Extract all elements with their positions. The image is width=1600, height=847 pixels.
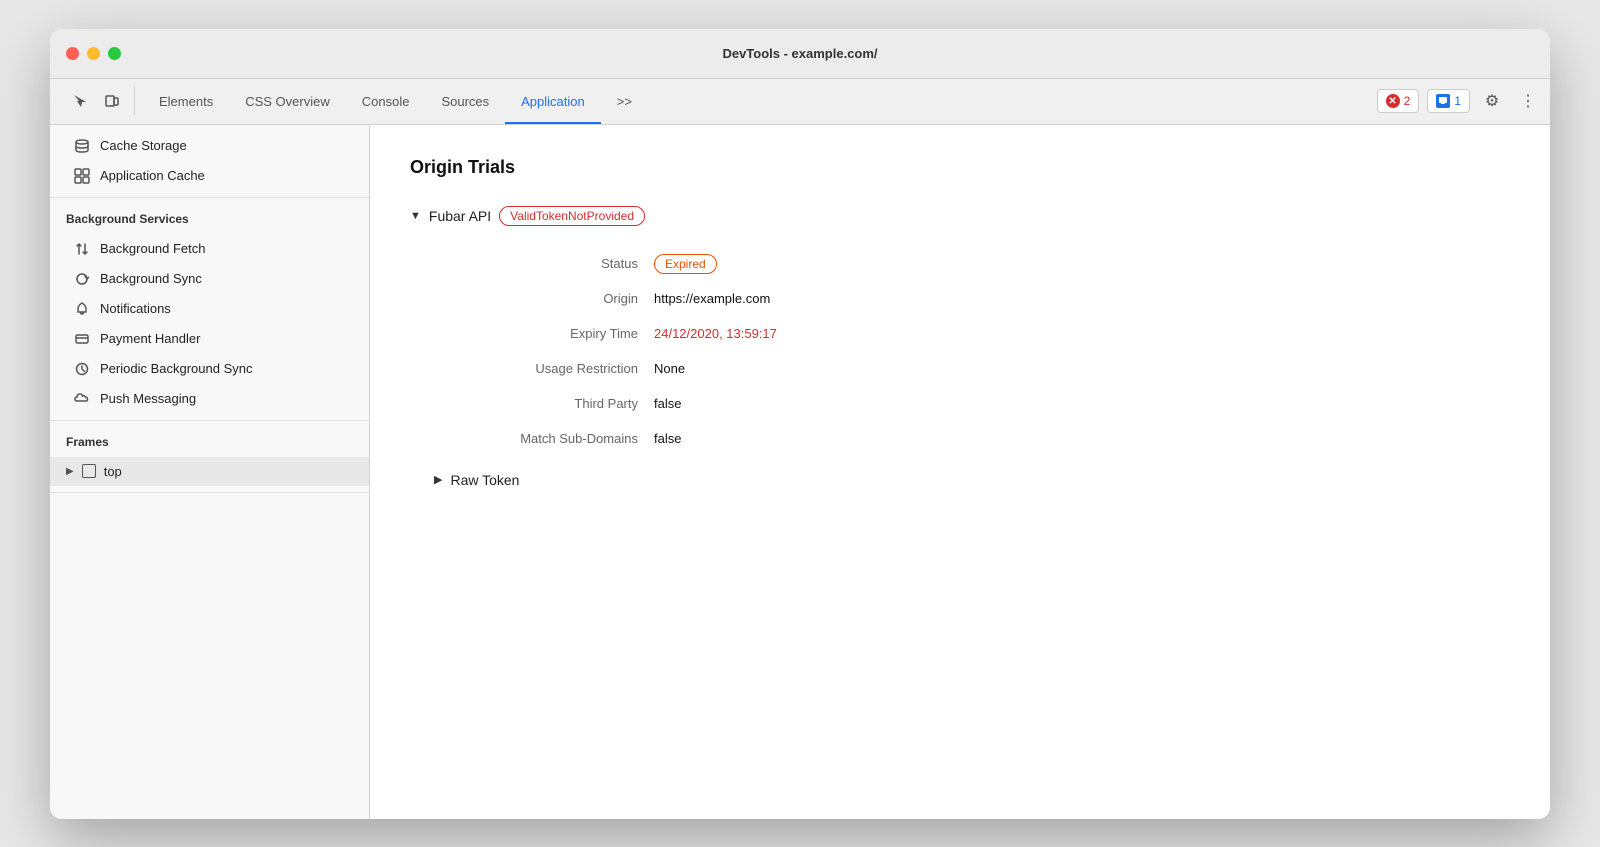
more-options-icon[interactable]: ⋮ bbox=[1514, 87, 1542, 115]
sidebar-item-payment-handler[interactable]: Payment Handler bbox=[50, 324, 369, 354]
origin-label: Origin bbox=[434, 281, 654, 316]
clock-icon bbox=[74, 361, 90, 377]
periodic-background-sync-label: Periodic Background Sync bbox=[100, 361, 252, 376]
tab-elements[interactable]: Elements bbox=[143, 78, 229, 124]
tab-css-overview[interactable]: CSS Overview bbox=[229, 78, 346, 124]
third-party-label: Third Party bbox=[434, 386, 654, 421]
traffic-lights bbox=[66, 47, 121, 60]
main-panel: Origin Trials ▼ Fubar API ValidTokenNotP… bbox=[370, 125, 1550, 819]
tab-sources[interactable]: Sources bbox=[425, 78, 505, 124]
background-services-header: Background Services bbox=[50, 204, 369, 234]
maximize-button[interactable] bbox=[108, 47, 121, 60]
trial-name: Fubar API bbox=[429, 208, 491, 224]
error-count: 2 bbox=[1404, 94, 1411, 108]
expiry-label: Expiry Time bbox=[434, 316, 654, 351]
match-sub-domains-label: Match Sub-Domains bbox=[434, 421, 654, 456]
toolbar-icons bbox=[58, 87, 135, 115]
sidebar-item-top[interactable]: ▶ top bbox=[50, 457, 369, 486]
push-messaging-label: Push Messaging bbox=[100, 391, 196, 406]
trial-section: ▼ Fubar API ValidTokenNotProvided Status… bbox=[410, 206, 1510, 488]
sidebar-item-push-messaging[interactable]: Push Messaging bbox=[50, 384, 369, 414]
tab-application[interactable]: Application bbox=[505, 78, 601, 124]
origin-value: https://example.com bbox=[654, 281, 1510, 316]
frame-top-label: top bbox=[104, 464, 122, 479]
card-icon bbox=[74, 331, 90, 347]
background-sync-label: Background Sync bbox=[100, 271, 202, 286]
match-sub-domains-value: false bbox=[654, 421, 1510, 456]
sync-icon bbox=[74, 271, 90, 287]
inspect-icon[interactable] bbox=[66, 87, 94, 115]
trial-expand-icon[interactable]: ▼ bbox=[410, 210, 421, 222]
sidebar-item-notifications[interactable]: Notifications bbox=[50, 294, 369, 324]
minimize-button[interactable] bbox=[87, 47, 100, 60]
database-icon bbox=[74, 138, 90, 154]
device-icon[interactable] bbox=[98, 87, 126, 115]
expand-arrow-icon: ▶ bbox=[66, 466, 74, 477]
notifications-label: Notifications bbox=[100, 301, 171, 316]
trial-details: Status Expired Origin https://example.co… bbox=[434, 246, 1510, 456]
info-badge-button[interactable]: 1 bbox=[1427, 89, 1470, 113]
usage-restriction-value: None bbox=[654, 351, 1510, 386]
cache-storage-label: Cache Storage bbox=[100, 138, 187, 153]
grid-icon bbox=[74, 168, 90, 184]
frames-section: Frames ▶ top bbox=[50, 421, 369, 493]
application-cache-label: Application Cache bbox=[100, 168, 205, 183]
status-badge: Expired bbox=[654, 254, 717, 274]
arrows-updown-icon bbox=[74, 241, 90, 257]
toolbar-right: ✕ 2 1 ⚙ ⋮ bbox=[1377, 87, 1542, 115]
main-content: Cache Storage Application Cache bbox=[50, 125, 1550, 819]
background-services-section: Background Services Background Fetch bbox=[50, 198, 369, 421]
frames-header: Frames bbox=[50, 427, 369, 457]
sidebar-item-background-fetch[interactable]: Background Fetch bbox=[50, 234, 369, 264]
more-tabs-button[interactable]: >> bbox=[601, 78, 648, 124]
storage-section: Cache Storage Application Cache bbox=[50, 125, 369, 198]
expiry-value: 24/12/2020, 13:59:17 bbox=[654, 316, 1510, 351]
status-label: Status bbox=[434, 246, 654, 281]
close-button[interactable] bbox=[66, 47, 79, 60]
sidebar-item-periodic-background-sync[interactable]: Periodic Background Sync bbox=[50, 354, 369, 384]
error-icon: ✕ bbox=[1386, 94, 1400, 108]
toolbar: Elements CSS Overview Console Sources Ap… bbox=[50, 79, 1550, 125]
devtools-window: DevTools - example.com/ Elements CSS Ove… bbox=[50, 29, 1550, 819]
titlebar: DevTools - example.com/ bbox=[50, 29, 1550, 79]
tab-console[interactable]: Console bbox=[346, 78, 426, 124]
raw-token-row: ▶ Raw Token bbox=[434, 472, 1510, 488]
payment-handler-label: Payment Handler bbox=[100, 331, 200, 346]
usage-restriction-label: Usage Restriction bbox=[434, 351, 654, 386]
page-title: Origin Trials bbox=[410, 157, 1510, 178]
frame-icon bbox=[82, 464, 96, 478]
raw-token-expand-icon[interactable]: ▶ bbox=[434, 473, 442, 486]
raw-token-label: Raw Token bbox=[450, 472, 519, 488]
trial-header: ▼ Fubar API ValidTokenNotProvided bbox=[410, 206, 1510, 226]
window-title: DevTools - example.com/ bbox=[722, 46, 877, 61]
info-icon bbox=[1436, 94, 1450, 108]
settings-icon[interactable]: ⚙ bbox=[1478, 87, 1506, 115]
sidebar-item-application-cache[interactable]: Application Cache bbox=[50, 161, 369, 191]
trial-status-badge: ValidTokenNotProvided bbox=[499, 206, 645, 226]
background-fetch-label: Background Fetch bbox=[100, 241, 206, 256]
bell-icon bbox=[74, 301, 90, 317]
sidebar-item-background-sync[interactable]: Background Sync bbox=[50, 264, 369, 294]
status-value: Expired bbox=[654, 246, 1510, 281]
error-badge-button[interactable]: ✕ 2 bbox=[1377, 89, 1420, 113]
cloud-icon bbox=[74, 391, 90, 407]
info-count: 1 bbox=[1454, 94, 1461, 108]
sidebar: Cache Storage Application Cache bbox=[50, 125, 370, 819]
sidebar-item-cache-storage[interactable]: Cache Storage bbox=[50, 131, 369, 161]
third-party-value: false bbox=[654, 386, 1510, 421]
